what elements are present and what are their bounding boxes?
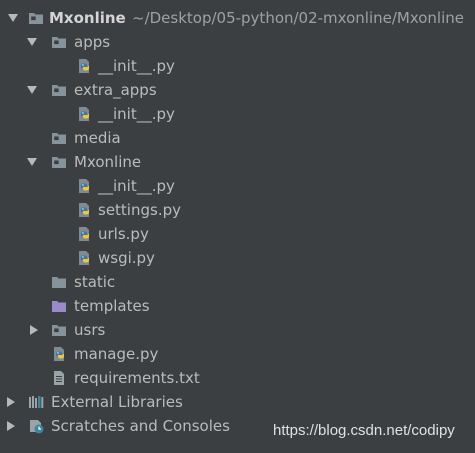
chevron-down-icon[interactable] — [27, 38, 37, 46]
tree-row-mxonline[interactable]: Mxonline — [0, 150, 475, 174]
tree-item-label: External Libraries — [51, 393, 183, 411]
folder-icon — [51, 322, 67, 338]
project-tree: Mxonline ~/Desktop/05-python/02-mxonline… — [0, 6, 475, 438]
text-file-icon — [51, 370, 67, 386]
tree-row-apps-init[interactable]: __init__.py — [0, 54, 475, 78]
chevron-down-icon[interactable] — [27, 158, 37, 166]
tree-item-label: wsgi.py — [98, 249, 155, 267]
python-file-icon — [76, 106, 92, 122]
tree-row-external-libraries[interactable]: External Libraries — [0, 390, 475, 414]
tree-item-label: Scratches and Consoles — [51, 417, 230, 435]
folder-icon — [51, 130, 67, 146]
tree-item-label: media — [74, 129, 121, 147]
tree-item-label: usrs — [74, 321, 106, 339]
chevron-right-icon[interactable] — [7, 421, 15, 431]
tree-item-label: __init__.py — [98, 105, 175, 123]
tree-item-label: requirements.txt — [74, 369, 200, 387]
folder-icon — [51, 274, 67, 290]
tree-row-urls[interactable]: urls.py — [0, 222, 475, 246]
tree-row-extra-apps[interactable]: extra_apps — [0, 78, 475, 102]
folder-icon — [51, 82, 67, 98]
tree-item-label: Mxonline — [74, 153, 142, 171]
tree-row-manage[interactable]: manage.py — [0, 342, 475, 366]
tree-item-label: static — [74, 273, 116, 291]
tree-row-wsgi[interactable]: wsgi.py — [0, 246, 475, 270]
chevron-down-icon[interactable] — [27, 86, 37, 94]
tree-row-media[interactable]: media — [0, 126, 475, 150]
tree-row-usrs[interactable]: usrs — [0, 318, 475, 342]
tree-row-apps[interactable]: apps — [0, 30, 475, 54]
watermark-text: https://blog.csdn.net/codipy — [273, 422, 455, 439]
folder-icon — [28, 10, 44, 26]
tree-row-extra-apps-init[interactable]: __init__.py — [0, 102, 475, 126]
tree-item-label: urls.py — [98, 225, 149, 243]
tree-row-templates[interactable]: templates — [0, 294, 475, 318]
tree-item-label: extra_apps — [74, 81, 157, 99]
python-file-icon — [76, 202, 92, 218]
folder-icon — [51, 34, 67, 50]
tree-item-label: manage.py — [74, 345, 159, 363]
tree-item-label: __init__.py — [98, 177, 175, 195]
folder-icon — [51, 154, 67, 170]
python-file-icon — [76, 250, 92, 266]
chevron-right-icon[interactable] — [30, 325, 38, 335]
tree-row-requirements[interactable]: requirements.txt — [0, 366, 475, 390]
project-tool-window: { "tree": { "root": { "name": "Mxonline"… — [0, 0, 475, 453]
tree-row-static[interactable]: static — [0, 270, 475, 294]
python-file-icon — [76, 58, 92, 74]
tree-row-root[interactable]: Mxonline ~/Desktop/05-python/02-mxonline… — [0, 6, 475, 30]
libraries-icon — [28, 394, 44, 410]
root-folder-name: Mxonline — [49, 9, 126, 27]
chevron-down-icon[interactable] — [8, 14, 18, 22]
scratches-icon — [28, 418, 44, 434]
root-folder-path: ~/Desktop/05-python/02-mxonline/Mxonline — [132, 9, 465, 27]
tree-item-label: templates — [74, 297, 150, 315]
tree-row-mxonline-init[interactable]: __init__.py — [0, 174, 475, 198]
chevron-right-icon[interactable] — [7, 397, 15, 407]
tree-row-settings[interactable]: settings.py — [0, 198, 475, 222]
python-file-icon — [51, 346, 67, 362]
tree-item-label: apps — [74, 33, 111, 51]
python-file-icon — [76, 226, 92, 242]
tree-item-label: settings.py — [98, 201, 181, 219]
tree-item-label: __init__.py — [98, 57, 175, 75]
templates-folder-icon — [51, 298, 67, 314]
python-file-icon — [76, 178, 92, 194]
